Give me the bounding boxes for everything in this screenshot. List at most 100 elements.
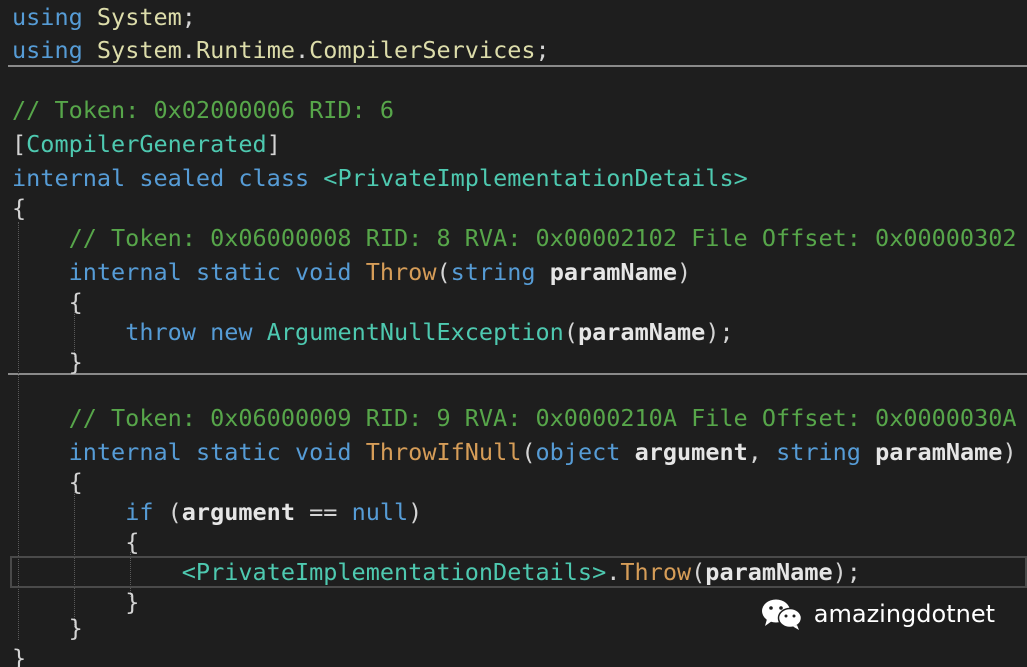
code-line[interactable]: internal static void Throw(string paramN… xyxy=(12,257,692,287)
keyword-token: using xyxy=(12,3,83,31)
plain-token: ( xyxy=(521,438,536,466)
code-line[interactable]: } xyxy=(12,613,83,643)
plain-token: ) xyxy=(677,258,692,286)
keyword-token: using xyxy=(12,36,83,64)
method-separator xyxy=(8,373,1027,375)
code-line[interactable]: // Token: 0x02000006 RID: 6 xyxy=(12,95,394,125)
plain-token: ); xyxy=(832,558,861,586)
code-line[interactable]: { xyxy=(12,467,83,497)
keyword-token: internal xyxy=(68,258,182,286)
plain-token: ); xyxy=(705,318,734,346)
type-token: CompilerGenerated xyxy=(26,130,267,158)
method-token: Throw xyxy=(365,258,437,286)
keyword-token: void xyxy=(294,438,352,466)
code-line[interactable]: { xyxy=(12,527,139,557)
code-line[interactable]: using System.Runtime.CompilerServices; xyxy=(12,35,550,65)
code-line[interactable]: } xyxy=(12,347,83,377)
plain-token: } xyxy=(125,588,140,616)
code-line[interactable]: using System; xyxy=(12,2,196,32)
type-token: <PrivateImplementationDetails> xyxy=(323,164,748,192)
code-line[interactable]: // Token: 0x06000008 RID: 8 RVA: 0x00002… xyxy=(12,223,1017,253)
keyword-token: internal xyxy=(68,438,182,466)
code-line[interactable]: { xyxy=(12,193,26,223)
plain-token: ( xyxy=(153,498,182,526)
code-line[interactable]: // Token: 0x06000009 RID: 9 RVA: 0x00002… xyxy=(12,403,1017,433)
parameter-token: argument xyxy=(181,498,295,526)
plain-token: } xyxy=(12,644,27,667)
parameter-token: paramName xyxy=(875,438,1003,466)
plain-token: { xyxy=(68,288,83,316)
plain-token: . xyxy=(181,36,196,64)
parameter-token: paramName xyxy=(705,558,833,586)
code-line[interactable]: <PrivateImplementationDetails>.Throw(par… xyxy=(12,557,861,587)
code-editor[interactable]: using System; using System.Runtime.Compil… xyxy=(0,0,1027,667)
plain-token: . xyxy=(606,558,621,586)
comment-token: // Token: 0x02000006 RID: 6 xyxy=(12,96,395,124)
plain-token: [ xyxy=(12,130,27,158)
keyword-token: if xyxy=(125,498,154,526)
comment-token: // Token: 0x06000008 RID: 8 RVA: 0x00002… xyxy=(68,224,1017,252)
wechat-icon xyxy=(761,599,803,630)
parameter-token: argument xyxy=(634,438,748,466)
plain-token: } xyxy=(68,614,83,642)
type-token: <PrivateImplementationDetails> xyxy=(181,558,607,586)
plain-token: == xyxy=(294,498,352,526)
plain-token: { xyxy=(125,528,140,556)
namespace-token: System xyxy=(96,3,182,31)
plain-token: ) xyxy=(1002,438,1017,466)
keyword-token: static xyxy=(195,438,281,466)
code-line[interactable]: if (argument == null) xyxy=(12,497,422,527)
plain-token: ; xyxy=(181,3,196,31)
keyword-token: string xyxy=(450,258,536,286)
plain-token: { xyxy=(12,194,27,222)
plain-token: ; xyxy=(535,36,550,64)
plain-token: ( xyxy=(691,558,706,586)
plain-token: } xyxy=(68,348,83,376)
keyword-token: class xyxy=(238,164,310,192)
method-token: Throw xyxy=(620,558,692,586)
keyword-token: null xyxy=(351,498,409,526)
using-block-separator xyxy=(8,65,1027,67)
plain-token: ( xyxy=(563,318,578,346)
comment-token: // Token: 0x06000009 RID: 9 RVA: 0x00002… xyxy=(68,404,1017,432)
code-line[interactable]: [CompilerGenerated] xyxy=(12,129,281,159)
parameter-token: paramName xyxy=(549,258,678,286)
keyword-token: internal xyxy=(12,164,126,192)
keyword-token: static xyxy=(195,258,281,286)
keyword-token: sealed xyxy=(139,164,225,192)
watermark: amazingdotnet xyxy=(760,597,995,631)
watermark-text: amazingdotnet xyxy=(813,600,995,628)
code-line[interactable]: throw new ArgumentNullException(paramNam… xyxy=(12,317,734,347)
keyword-token: object xyxy=(535,438,621,466)
code-line[interactable]: internal sealed class <PrivateImplementa… xyxy=(12,163,748,193)
code-line[interactable]: internal static void ThrowIfNull(object … xyxy=(12,437,1017,467)
code-line[interactable]: } xyxy=(12,643,26,667)
plain-token: ) xyxy=(408,498,423,526)
code-line[interactable]: { xyxy=(12,287,83,317)
namespace-token: Runtime xyxy=(195,36,295,64)
parameter-token: paramName xyxy=(577,318,706,346)
plain-token: ] xyxy=(266,130,281,158)
namespace-token: System xyxy=(96,36,182,64)
